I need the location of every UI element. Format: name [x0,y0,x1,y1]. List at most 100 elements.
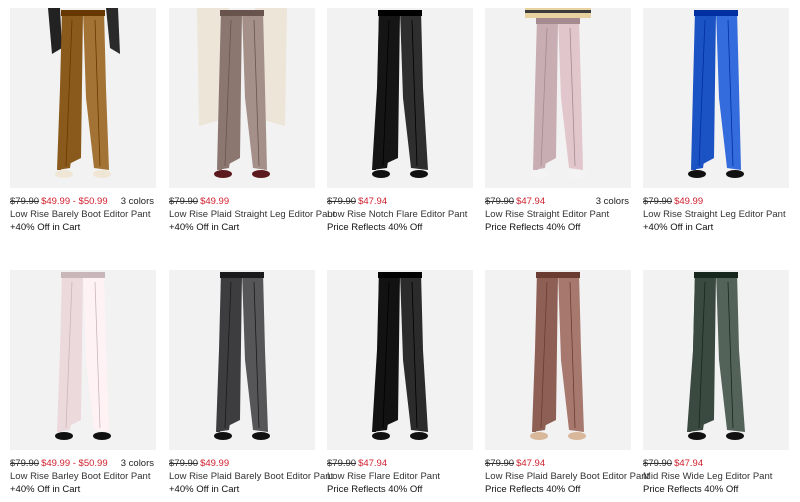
shoe-right [568,432,586,440]
waistband [694,10,738,16]
shoe-left [55,170,73,178]
shoe-left [530,432,548,440]
product-name[interactable]: Low Rise Barely Boot Editor Pant [10,208,156,221]
product-image[interactable] [169,270,315,450]
original-price: $79.90 [327,458,357,469]
waistband [694,272,738,278]
shoe-right [568,170,586,178]
product-card[interactable]: $79.90 $47.94 3 colors Low Rise Straight E… [485,8,631,234]
shoe-right [726,432,744,440]
product-image[interactable] [10,8,156,188]
sale-price: $47.94 [516,196,546,207]
promo-text: Price Reflects 40% Off [485,222,581,233]
sale-price: $49.99 [200,196,230,207]
pant-illustration [214,272,270,440]
pant-illustration [688,10,744,178]
sale-price: $49.99 - $50.99 [41,458,108,469]
original-price: $79.90 [643,458,673,469]
promo-text: +40% Off in Cart [10,222,81,233]
color-count[interactable]: 3 colors [121,458,154,470]
shoe-right [93,170,111,178]
pant-illustration [197,8,287,178]
price-line: $79.90 $47.94 [643,458,789,470]
promo-text: Price Reflects 40% Off [643,484,739,495]
shoe-right [252,432,270,440]
product-card[interactable]: $79.90 $49.99 Low Rise Plaid Barely Boot … [169,270,333,496]
promo-text: +40% Off in Cart [643,222,714,233]
pant-illustration [530,272,586,440]
pant-illustration [372,272,428,440]
pant-illustration [55,272,111,440]
pant-leg-right [242,272,268,432]
product-card[interactable]: $79.90 $47.94 Low Rise Flare Editor Pant … [327,270,473,496]
product-image[interactable] [643,8,789,188]
sale-price: $47.94 [358,458,388,469]
product-image[interactable] [327,270,473,450]
price-line: $79.90 $49.99 - $50.99 3 colors [10,458,156,470]
product-name[interactable]: Mid Rise Wide Leg Editor Pant [643,470,789,483]
product-card[interactable]: $79.90 $49.99 Low Rise Straight Leg Edito… [643,8,789,234]
product-card[interactable]: $79.90 $49.99 - $50.99 3 colors Low Rise B… [10,8,156,234]
promo-text: +40% Off in Cart [169,222,240,233]
waistband [220,10,264,16]
product-grid: $79.90 $49.99 - $50.99 3 colors Low Rise B… [0,0,800,502]
waistband [220,272,264,278]
top-stripe [525,10,591,13]
product-name[interactable]: Low Rise Straight Editor Pant [485,208,631,221]
shoe-left [372,432,390,440]
promo-text: Price Reflects 40% Off [485,484,581,495]
product-name[interactable]: Low Rise Barley Boot Editor Pant [10,470,156,483]
promo-text: +40% Off in Cart [169,484,240,495]
color-count[interactable]: 3 colors [121,196,154,208]
product-name[interactable]: Low Rise Notch Flare Editor Pant [327,208,473,221]
product-image[interactable] [485,8,631,188]
pant-illustration [525,8,591,178]
product-name[interactable]: Low Rise Plaid Barely Boot Editor Pant [485,470,649,483]
price-line: $79.90 $47.94 [485,458,631,470]
price-line: $79.90 $47.94 3 colors [485,196,631,208]
original-price: $79.90 [485,196,515,207]
product-name[interactable]: Low Rise Plaid Straight Leg Editor Pant [169,208,335,221]
blazer-shape [48,8,62,54]
sale-price: $47.94 [516,458,546,469]
price-line: $79.90 $47.94 [327,196,473,208]
product-card[interactable]: $79.90 $47.94 Low Rise Plaid Barely Boot … [485,270,649,496]
product-card[interactable]: $79.90 $47.94 Mid Rise Wide Leg Editor Pa… [643,270,789,496]
product-image[interactable] [327,8,473,188]
product-image[interactable] [169,8,315,188]
product-card[interactable]: $79.90 $49.99 Low Rise Plaid Straight Leg… [169,8,335,234]
product-card[interactable]: $79.90 $49.99 - $50.99 3 colors Low Rise B… [10,270,156,496]
product-image[interactable] [643,270,789,450]
shoe-left [214,170,232,178]
original-price: $79.90 [169,458,199,469]
price-line: $79.90 $49.99 [169,458,315,470]
price-line: $79.90 $49.99 [169,196,315,208]
product-image[interactable] [10,270,156,450]
sale-price: $47.94 [674,458,704,469]
promo-text: +40% Off in Cart [10,484,81,495]
color-count[interactable]: 3 colors [596,196,629,208]
price-line: $79.90 $47.94 [327,458,473,470]
product-name[interactable]: Low Rise Flare Editor Pant [327,470,473,483]
shoe-right [410,432,428,440]
product-image[interactable] [485,270,631,450]
waistband [378,272,422,278]
product-name[interactable]: Low Rise Straight Leg Editor Pant [643,208,789,221]
sale-price: $49.99 - $50.99 [41,196,108,207]
waistband [536,18,580,24]
shoe-right [93,432,111,440]
product-name[interactable]: Low Rise Plaid Barely Boot Editor Pant [169,470,333,483]
original-price: $79.90 [169,196,199,207]
blazer-shape [106,8,120,54]
original-price: $79.90 [643,196,673,207]
waistband [536,272,580,278]
promo-text: Price Reflects 40% Off [327,484,423,495]
shoe-left [688,432,706,440]
waistband [61,10,105,16]
original-price: $79.90 [10,458,40,469]
original-price: $79.90 [327,196,357,207]
shoe-right [410,170,428,178]
product-card[interactable]: $79.90 $47.94 Low Rise Notch Flare Editor… [327,8,473,234]
pant-illustration [48,8,120,178]
pant-leg-right [83,10,109,170]
